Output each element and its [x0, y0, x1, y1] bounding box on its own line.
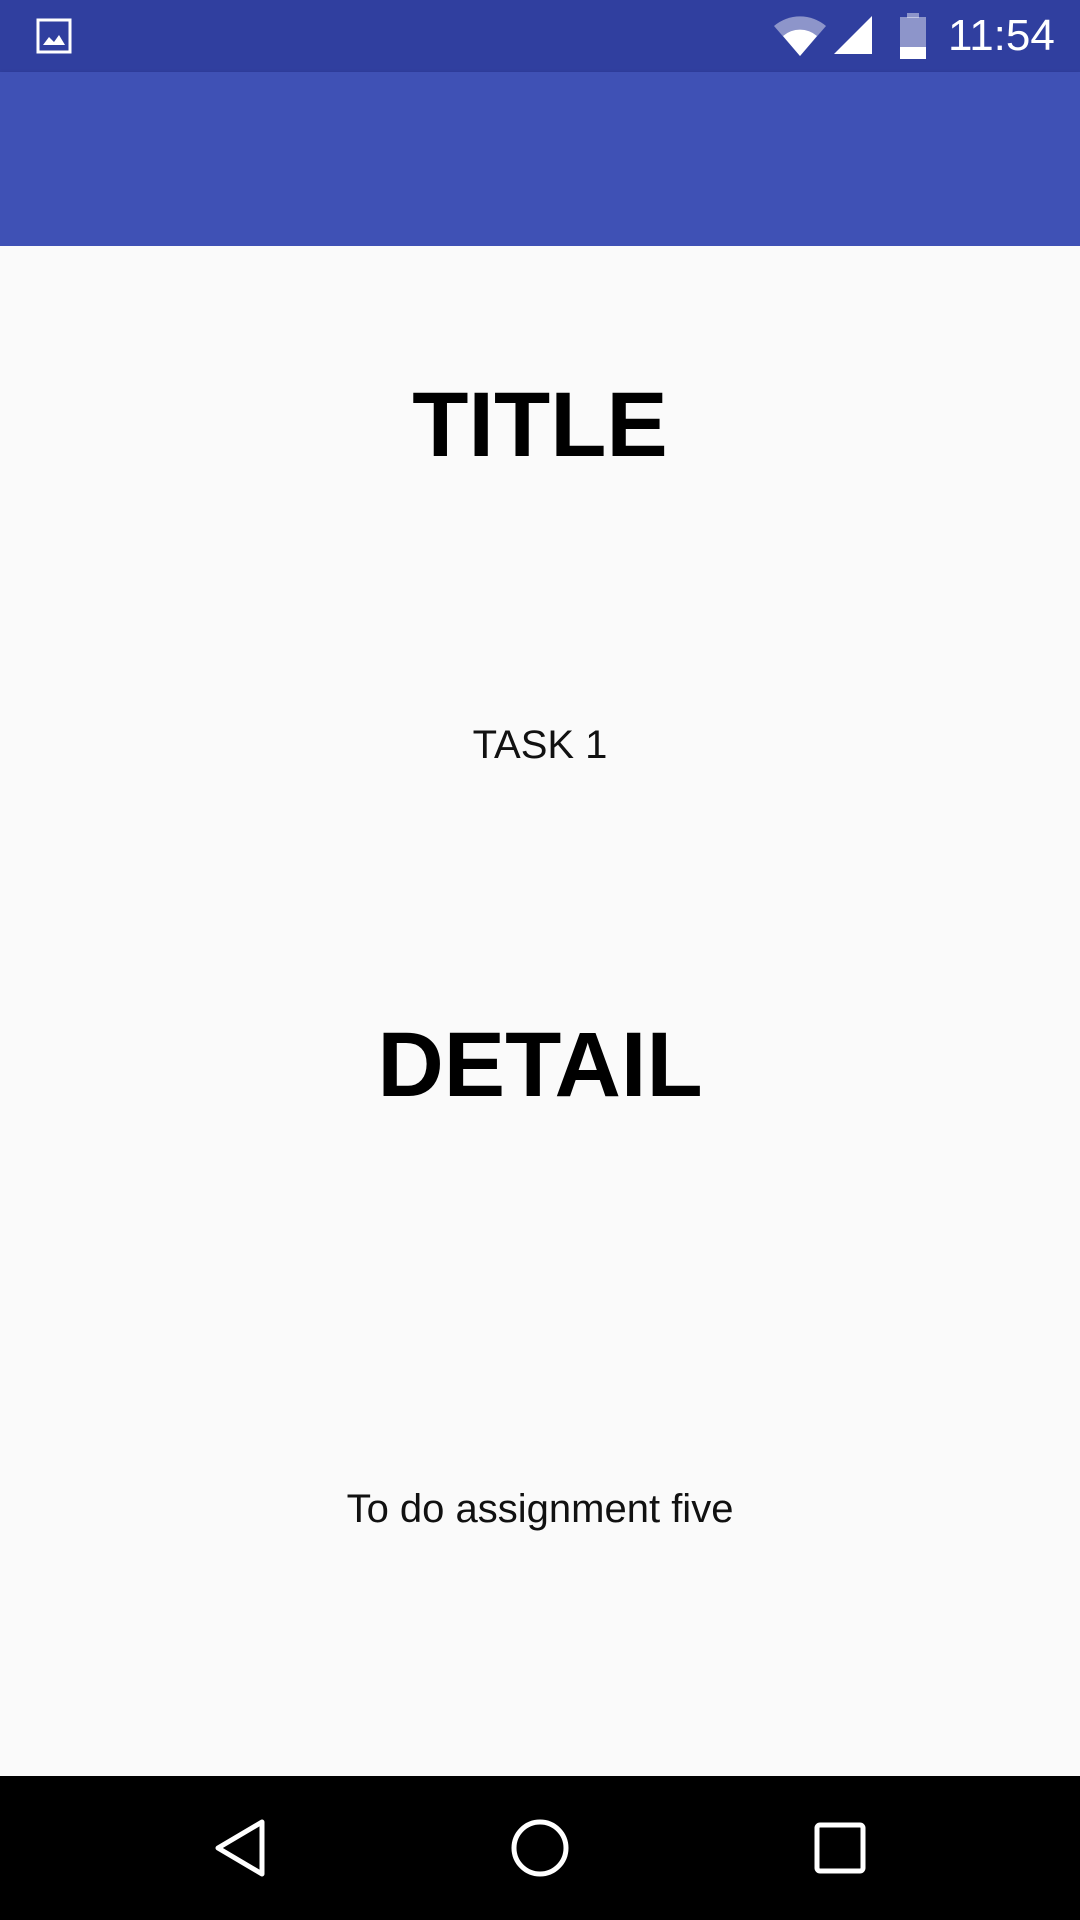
title-heading: TITLE — [412, 374, 668, 476]
wifi-icon — [774, 16, 826, 56]
task-detail-content: TITLE TASK 1 DETAIL To do assignment fiv… — [0, 246, 1080, 1776]
status-bar: 11:54 — [0, 0, 1080, 72]
navigation-bar — [0, 1776, 1080, 1920]
task-title-text: TASK 1 — [472, 723, 608, 767]
home-button[interactable] — [504, 1812, 576, 1884]
status-clock: 11:54 — [948, 11, 1055, 60]
task-detail-text: To do assignment five — [346, 1487, 734, 1531]
gallery-icon — [36, 18, 72, 54]
recents-icon — [814, 1822, 866, 1874]
home-icon — [511, 1819, 569, 1877]
back-button[interactable] — [204, 1812, 276, 1884]
signal-icon — [834, 16, 872, 54]
back-icon — [215, 1819, 265, 1877]
battery-icon — [900, 13, 926, 59]
detail-heading: DETAIL — [377, 1014, 703, 1116]
recents-button[interactable] — [804, 1812, 876, 1884]
app-bar — [0, 72, 1080, 246]
